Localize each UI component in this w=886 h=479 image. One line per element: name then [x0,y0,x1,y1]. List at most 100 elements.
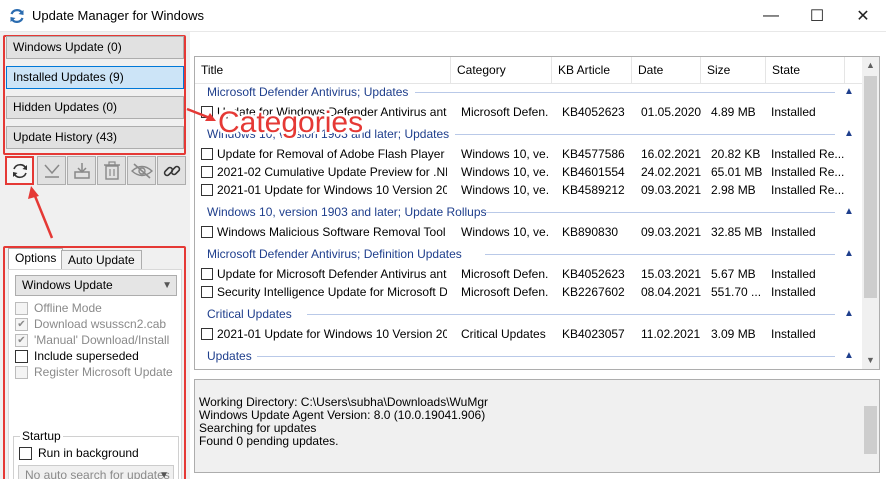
delete-button[interactable] [97,156,126,185]
column-title[interactable]: Title [195,57,451,84]
group-header[interactable]: Windows 10, version 1903 and later; Upda… [207,204,487,220]
row-checkbox[interactable] [201,184,213,196]
close-button[interactable]: ✕ [840,0,886,32]
cell-date: 15.03.2021 [641,267,702,281]
table-row[interactable]: Windows Malicious Software Removal Tool … [195,223,865,241]
category-windows-update[interactable]: Windows Update (0) [6,36,184,59]
cell-category: Windows 10, ve... [461,183,549,197]
tab-auto-update[interactable]: Auto Update [61,250,142,270]
cell-state: Installed [771,225,816,239]
cell-category: Windows 10, ve... [461,147,549,161]
cell-category: Windows 10, ve... [461,225,549,239]
offline-mode-checkbox[interactable]: Offline Mode [15,300,102,316]
collapse-icon[interactable]: ▲ [843,308,855,320]
log-scrollbar[interactable] [862,380,879,472]
collapse-icon[interactable]: ▲ [843,350,855,362]
row-checkbox[interactable] [201,286,213,298]
scroll-thumb[interactable] [864,76,877,298]
chevron-down-icon: ▼ [162,280,172,291]
collapse-icon[interactable]: ▲ [843,248,855,260]
refresh-button[interactable] [5,156,34,185]
scroll-up-icon[interactable]: ▲ [862,57,879,74]
column-kb-article[interactable]: KB Article [552,57,632,84]
category-installed-updates[interactable]: Installed Updates (9) [6,66,184,89]
maximize-button[interactable]: ☐ [794,0,840,32]
checkbox-label: Download wsusscn2.cab [34,317,167,331]
cell-state: Installed [771,285,816,299]
list-scrollbar[interactable]: ▲ ▼ [862,57,879,369]
table-row[interactable]: 2021-02 Cumulative Update Preview for .N… [195,163,865,181]
group-divider [485,254,835,255]
categories-annotation: Categories [218,106,364,139]
checkbox-label: Register Microsoft Update [34,365,173,379]
column-size[interactable]: Size [701,57,766,84]
cell-date: 09.03.2021 [641,225,702,239]
scroll-down-icon[interactable]: ▼ [862,352,879,369]
row-checkbox[interactable] [201,226,213,238]
collapse-icon[interactable]: ▲ [843,128,855,140]
source-select[interactable]: Windows Update ▼ [15,275,177,296]
checkbox-box [15,365,28,379]
cell-title: 2021-02 Cumulative Update Preview for .N… [217,165,447,179]
group-header[interactable]: Critical Updates [207,306,292,322]
run-in-background-checkbox[interactable]: Run in background [19,445,139,461]
group-divider [485,212,835,213]
log-pane: Working Directory: C:\Users\subha\Downlo… [194,379,880,473]
install-button[interactable] [67,156,96,185]
auto-search-select-value: No auto search for updates [25,468,170,479]
link-button[interactable] [157,156,186,185]
tab-options[interactable]: Options [8,248,64,270]
include-superseded-checkbox[interactable]: Include superseded [15,348,139,364]
download-wsusscn2-checkbox[interactable]: ✔ Download wsusscn2.cab [15,316,166,332]
group-header[interactable]: Microsoft Defender Antivirus; Updates [207,84,408,100]
cell-kb: KB4589212 [562,183,625,197]
category-update-history[interactable]: Update History (43) [6,126,184,149]
cell-size: 32.85 MB [711,225,763,239]
checkbox-label: Offline Mode [34,301,102,315]
table-row[interactable]: Update for Removal of Adobe Flash Player… [195,145,865,163]
cell-title: Security Intelligence Update for Microso… [217,285,447,299]
table-row[interactable]: Security Intelligence Update for Microso… [195,283,865,301]
category-hidden-updates[interactable]: Hidden Updates (0) [6,96,184,119]
table-row[interactable]: Update for Microsoft Defender Antivirus … [195,265,865,283]
options-panel: Windows Update ▼ Offline Mode ✔ Download… [8,269,182,479]
log-scroll-thumb[interactable] [864,406,877,454]
register-microsoft-update-checkbox[interactable]: Register Microsoft Update [15,364,173,380]
cell-category: Critical Updates [461,327,546,341]
cell-size: 20.82 KB [711,147,761,161]
row-checkbox[interactable] [201,148,213,160]
refresh-icon [12,163,27,178]
group-divider [415,92,835,93]
left-pane: Windows Update (0) Installed Updates (9)… [0,32,190,479]
row-checkbox[interactable] [201,166,213,178]
column-state[interactable]: State [766,57,845,84]
list-header: Title Category KB Article Date Size Stat… [195,57,865,84]
startup-label: Startup [20,429,63,443]
hide-button[interactable] [127,156,156,185]
cell-category: Microsoft Defen... [461,285,549,299]
chevron-down-icon: ▼ [159,470,169,479]
source-select-value: Windows Update [22,278,113,292]
row-checkbox[interactable] [201,268,213,280]
cell-kb: KB4577586 [562,147,625,161]
group-divider [307,314,835,315]
collapse-icon[interactable]: ▲ [843,86,855,98]
column-category[interactable]: Category [451,57,552,84]
auto-search-select[interactable]: No auto search for updates ▼ [18,465,174,479]
cell-title: 2021-01 Update for Windows 10 Version 20… [217,183,447,197]
close-icon: ✕ [856,8,870,25]
group-header[interactable]: Updates [207,348,252,364]
row-checkbox[interactable] [201,106,213,118]
table-row[interactable]: 2021-01 Update for Windows 10 Version 20… [195,181,865,199]
minimize-button[interactable]: — [748,0,794,32]
row-checkbox[interactable] [201,328,213,340]
download-button[interactable] [37,156,66,185]
link-icon [163,165,180,176]
manual-download-install-checkbox[interactable]: ✔ 'Manual' Download/Install [15,332,169,348]
refresh-app-icon [10,9,24,23]
column-date[interactable]: Date [632,57,701,84]
group-header[interactable]: Microsoft Defender Antivirus; Definition… [207,246,462,262]
updates-list: Title Category KB Article Date Size Stat… [194,56,880,370]
table-row[interactable]: 2021-01 Update for Windows 10 Version 20… [195,325,865,343]
collapse-icon[interactable]: ▲ [843,206,855,218]
